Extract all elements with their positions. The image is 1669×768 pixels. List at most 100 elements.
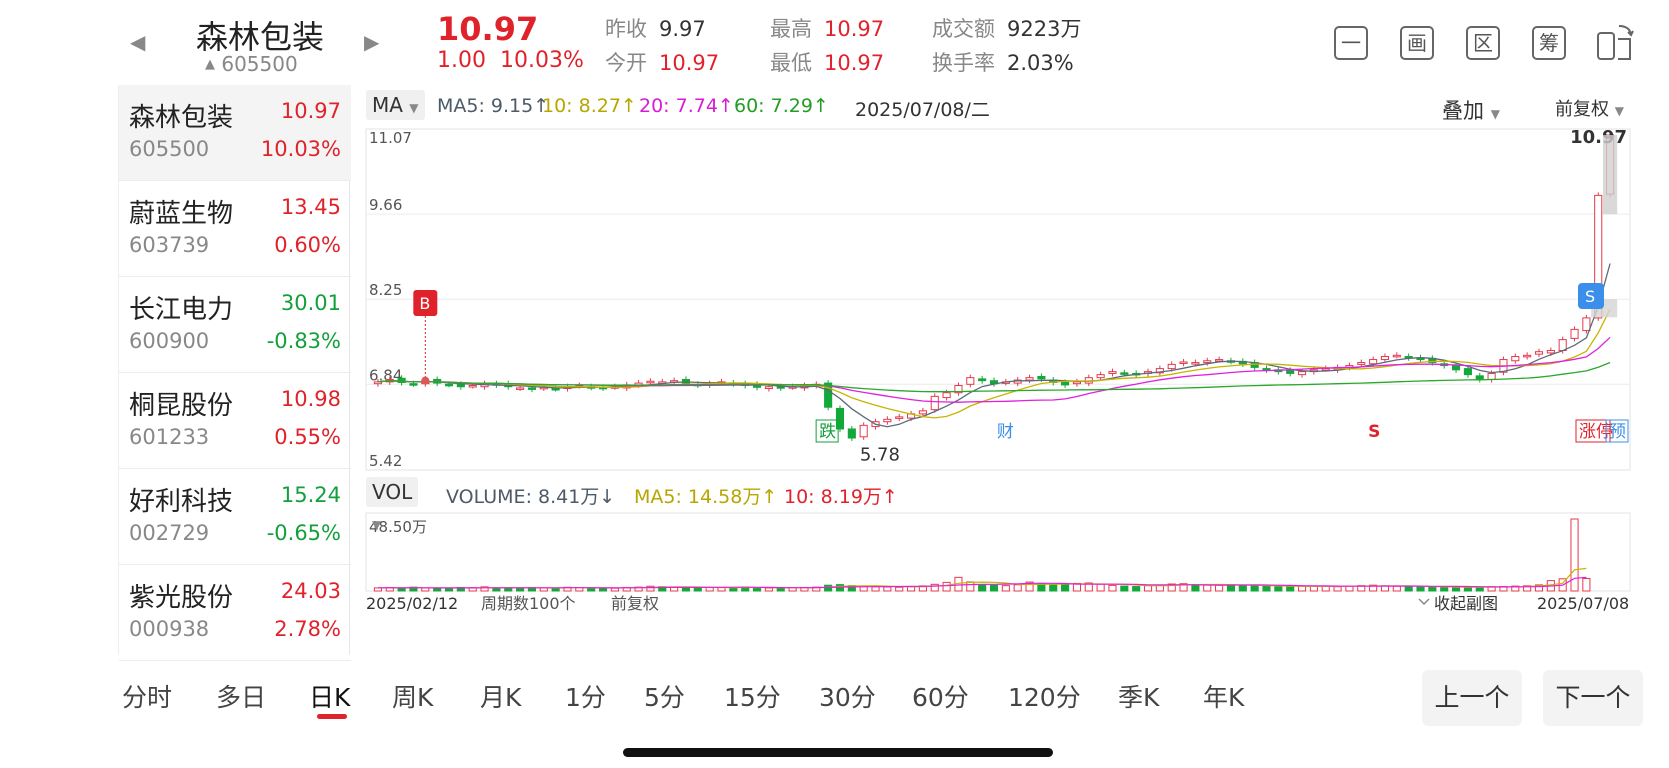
watchlist-pct: 0.60%: [274, 233, 341, 257]
tab-10[interactable]: 120分: [1008, 678, 1081, 714]
volume-bar: [1226, 584, 1236, 592]
high-value: 10.97: [824, 17, 885, 41]
candle-body: [1511, 356, 1520, 362]
low-stat: 最低 10.97: [770, 47, 884, 77]
candle-body: [646, 380, 655, 384]
candle-body: [1534, 351, 1544, 355]
tab-3[interactable]: 周K: [392, 678, 433, 714]
volume-plot-frame: [365, 512, 1631, 592]
watchlist-item[interactable]: 桐昆股份 601233 10.98 0.55%: [119, 373, 351, 469]
stock-code: ▲ 605500: [205, 52, 298, 76]
volume-bar: [1286, 586, 1295, 592]
prev-button[interactable]: 上一个: [1422, 670, 1522, 726]
turnover-rate-value: 2.03%: [1007, 51, 1074, 75]
event-tag: 涨停: [1579, 422, 1613, 442]
volume-bar: [1049, 584, 1058, 592]
volume-bar: [1001, 585, 1010, 592]
candle-body: [551, 388, 560, 391]
candle-body: [444, 383, 454, 387]
candle-body: [1215, 359, 1224, 362]
candle-body: [1025, 377, 1034, 381]
price-axis-label: 9.66: [369, 196, 402, 214]
ma20-line: [377, 336, 1611, 403]
rotate-screen-icon[interactable]: [1595, 22, 1635, 62]
tab-4[interactable]: 月K: [480, 678, 521, 714]
watchlist-stock-name: 好利科技: [129, 487, 234, 517]
tab-5[interactable]: 1分: [565, 678, 606, 714]
watchlist-item[interactable]: 蔚蓝生物 603739 13.45 0.60%: [119, 181, 351, 277]
candle-body: [1523, 354, 1532, 358]
chip-box-icon[interactable]: 筹: [1532, 26, 1566, 60]
tab-0[interactable]: 分时: [122, 678, 172, 714]
candle-body: [456, 383, 465, 388]
ma5-line: [377, 263, 1611, 428]
candle-body: [847, 428, 856, 439]
candle-body: [883, 418, 892, 423]
candle-body: [1191, 362, 1200, 365]
volume-value: VOLUME: 8.41万↓: [446, 486, 616, 508]
open-value: 10.97: [659, 51, 720, 75]
watchlist-price: 10.97: [280, 99, 341, 123]
kline-svg[interactable]: 11.079.668.256.845.42 5.7810.97B S跌财 S 涨停预48…: [360, 85, 1645, 655]
watchlist-stock-code: 601233: [129, 425, 210, 449]
low-price-marker: 5.78: [860, 444, 900, 465]
picture-box-icon[interactable]: 画: [1400, 26, 1434, 60]
candle-body: [1369, 359, 1378, 365]
tab-11[interactable]: 季K: [1118, 678, 1159, 714]
minus-box-icon[interactable]: 一: [1334, 26, 1368, 60]
next-button[interactable]: 下一个: [1543, 670, 1643, 726]
volume-bar: [1321, 585, 1330, 592]
watchlist-stock-code: 603739: [129, 233, 210, 257]
candle-body: [1061, 381, 1070, 386]
chevron-down-icon: [1418, 598, 1430, 606]
candle-body: [1380, 356, 1390, 361]
tab-2[interactable]: 日K: [309, 678, 350, 714]
watchlist-item[interactable]: 好利科技 002729 15.24 -0.65%: [119, 469, 351, 565]
candle-body: [966, 377, 975, 385]
change-value: 1.00: [437, 48, 486, 73]
turnover-label: 成交额: [932, 17, 995, 41]
event-tag: 跌: [819, 422, 836, 442]
open-label: 今开: [605, 51, 647, 75]
volume-bar: [1262, 585, 1271, 592]
watchlist-stock-code: 600900: [129, 329, 210, 353]
price-change: 1.00 10.03%: [437, 48, 584, 73]
price-axis-label: 11.07: [369, 129, 412, 147]
candle-body: [1452, 365, 1461, 371]
low-label: 最低: [770, 51, 812, 75]
next-stock-arrow-icon[interactable]: ▶: [364, 30, 379, 54]
watchlist-item[interactable]: 长江电力 600900 30.01 -0.83%: [119, 277, 351, 373]
candle-body: [516, 387, 525, 390]
watchlist-item[interactable]: 森林包装 605500 10.97 10.03%: [119, 85, 351, 181]
tab-8[interactable]: 30分: [819, 678, 876, 714]
chevron-down-icon: ▼: [372, 518, 382, 532]
tab-9[interactable]: 60分: [912, 678, 969, 714]
volume-bar: [1582, 578, 1591, 592]
district-box-icon[interactable]: 区: [1466, 26, 1500, 60]
candle-body: [468, 385, 477, 388]
tab-6[interactable]: 5分: [644, 678, 685, 714]
watchlist-pct: -0.65%: [266, 521, 341, 545]
volume-bar: [895, 586, 904, 592]
turnover-rate-label: 换手率: [932, 51, 995, 75]
buy-signal-label: B: [419, 294, 430, 313]
volume-bar: [397, 587, 406, 592]
volume-bar: [1297, 585, 1307, 592]
watchlist-item[interactable]: 紫光股份 000938 24.03 2.78%: [119, 565, 351, 661]
tab-7[interactable]: 15分: [724, 678, 781, 714]
volume-bar: [824, 584, 833, 592]
tab-1[interactable]: 多日: [216, 678, 266, 714]
volume-bar: [551, 587, 560, 592]
open-stat: 今开 10.97: [605, 47, 719, 77]
watchlist-stock-name: 蔚蓝生物: [129, 199, 234, 229]
volume-bar: [883, 586, 892, 592]
volume-bar: [433, 587, 442, 592]
vol-indicator-select[interactable]: VOL ▼: [366, 477, 419, 532]
volume-bar: [1191, 583, 1200, 592]
prev-stock-arrow-icon[interactable]: ◀: [130, 30, 145, 54]
candle-body: [1546, 349, 1555, 354]
volume-bar: [1096, 583, 1105, 592]
volume-bar: [1392, 585, 1401, 592]
tab-12[interactable]: 年K: [1203, 678, 1244, 714]
candle-body: [895, 416, 904, 419]
